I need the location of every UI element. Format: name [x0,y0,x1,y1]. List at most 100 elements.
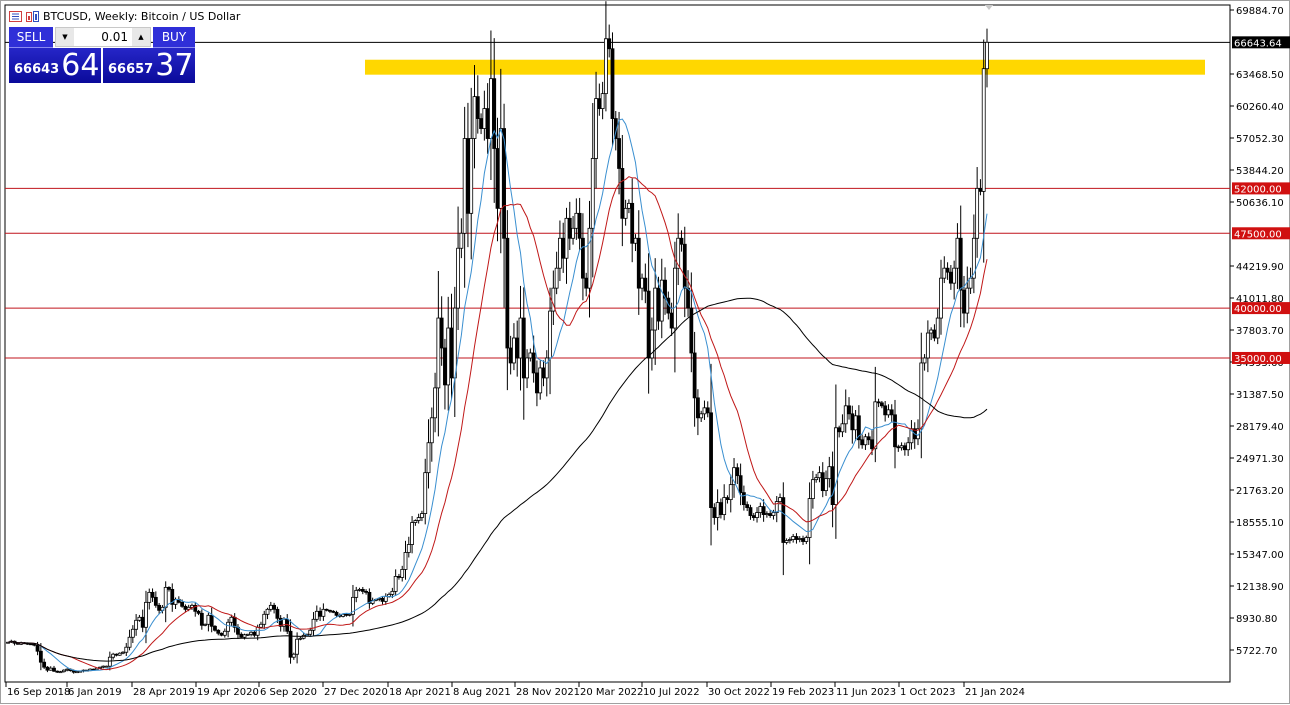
bull-candle-body [722,497,727,515]
chevron-up-icon: ▲ [138,33,144,41]
y-tick-label: 24971.30 [1236,454,1284,465]
bear-candle-body [508,347,513,364]
y-tick-label: 18555.10 [1236,518,1284,529]
bull-candle-body [48,667,53,671]
y-tick-label: 12138.90 [1236,582,1284,593]
lot-increase-button[interactable]: ▲ [132,28,150,46]
ask-price-button[interactable]: 66657 37 [103,48,195,83]
bull-candle-body [121,651,125,654]
bull-candle-body [393,576,398,592]
lot-size-input[interactable]: 0.01 [74,30,132,44]
price-chart[interactable]: 69884.70 63468.50 60260.40 57052.30 53844.20… [1,1,1290,705]
bear-candle-body [577,212,582,239]
bear-candle-body [945,267,950,273]
bid-price-prefix: 66643 [14,62,60,77]
bear-candle-body [712,507,717,518]
bull-candle-body [764,513,769,515]
bear-candle-body [252,631,257,636]
bull-candle-body [298,637,303,640]
bull-candle-body [627,202,631,209]
bear-candle-body [876,401,881,404]
bear-candle-body [199,612,204,626]
y-tick-label: 31387.50 [1236,390,1284,401]
bear-candle-body [656,287,661,322]
bear-candle-body [794,536,799,540]
bull-candle-body [321,608,326,617]
bear-candle-body [45,666,50,671]
bear-candle-body [597,98,602,109]
level-price-label: 35000.00 [1234,354,1282,365]
bull-candle-body [673,267,677,329]
bear-candle-body [32,643,37,646]
bear-candle-body [879,402,884,407]
bull-candle-body [416,517,421,521]
bull-candle-body [357,588,362,591]
bear-candle-body [768,513,773,516]
lot-decrease-button[interactable]: ▼ [56,28,74,46]
chart-menu-icon[interactable] [9,10,22,22]
bear-candle-body [153,596,158,606]
bull-candle-body [265,608,270,615]
x-tick-label: 27 Dec 2020 [324,687,388,698]
bear-candle-body [630,202,635,244]
x-tick-label: 19 Feb 2023 [772,687,834,698]
bid-price-button[interactable]: 66643 64 [9,48,101,83]
bull-candle-body [446,327,451,386]
x-tick-label: 1 Oct 2023 [900,687,955,698]
bear-candle-body [830,466,835,505]
bull-candle-body [222,630,227,636]
bear-candle-body [364,590,368,593]
bear-candle-body [581,237,585,279]
bear-candle-body [725,497,730,501]
bear-candle-body [213,625,217,631]
bear-candle-body [15,642,20,645]
chevron-down-icon: ▼ [62,33,68,41]
bull-candle-body [604,38,608,95]
bear-candle-body [741,492,746,505]
buy-button[interactable]: BUY [153,27,195,48]
bull-candle-body [101,665,106,668]
bear-candle-body [466,138,470,214]
bear-candle-body [515,337,520,359]
bull-candle-body [420,513,424,518]
symbol-info-icon[interactable] [26,10,39,22]
x-tick-label: 30 Oct 2022 [708,687,770,698]
bear-candle-body [324,608,329,611]
bull-candle-body [242,634,247,638]
bear-candle-body [847,405,851,415]
bear-candle-body [643,277,648,292]
bull-candle-body [715,502,720,518]
plot-border [4,4,1231,683]
x-tick-label: 19 Apr 2020 [197,687,259,698]
bear-candle-body [167,586,171,590]
bear-candle-body [932,329,937,339]
bear-candle-body [360,588,365,592]
bear-candle-body [275,608,280,619]
bear-candle-body [896,446,901,449]
bear-candle-body [902,445,907,451]
lot-size-stepper[interactable]: ▼ 0.01 ▲ [55,27,151,47]
bull-candle-body [728,484,733,501]
bear-candle-body [505,237,510,349]
bull-candle-body [922,357,927,364]
bull-candle-body [863,436,868,446]
bear-candle-body [607,38,612,50]
current-price-label: 66643.64 [1234,38,1282,49]
bull-candle-body [571,227,575,239]
bear-candle-body [443,347,447,386]
y-tick-label: 37803.70 [1236,326,1284,337]
bull-candle-body [594,98,598,159]
bear-candle-body [646,290,651,359]
x-tick-label: 21 Jan 2024 [965,687,1025,698]
bull-candle-body [111,653,116,658]
bear-candle-body [705,407,710,414]
bull-candle-body [817,472,822,479]
y-tick-label: 69884.70 [1236,6,1284,17]
bull-candle-body [472,96,477,139]
bull-candle-body [482,108,487,129]
bull-candle-body [623,207,628,219]
bull-candle-body [564,217,569,259]
sell-button[interactable]: SELL [9,27,53,48]
chart-title: BTCUSD, Weekly: Bitcoin / US Dollar [43,9,241,23]
bull-candle-body [528,352,533,359]
